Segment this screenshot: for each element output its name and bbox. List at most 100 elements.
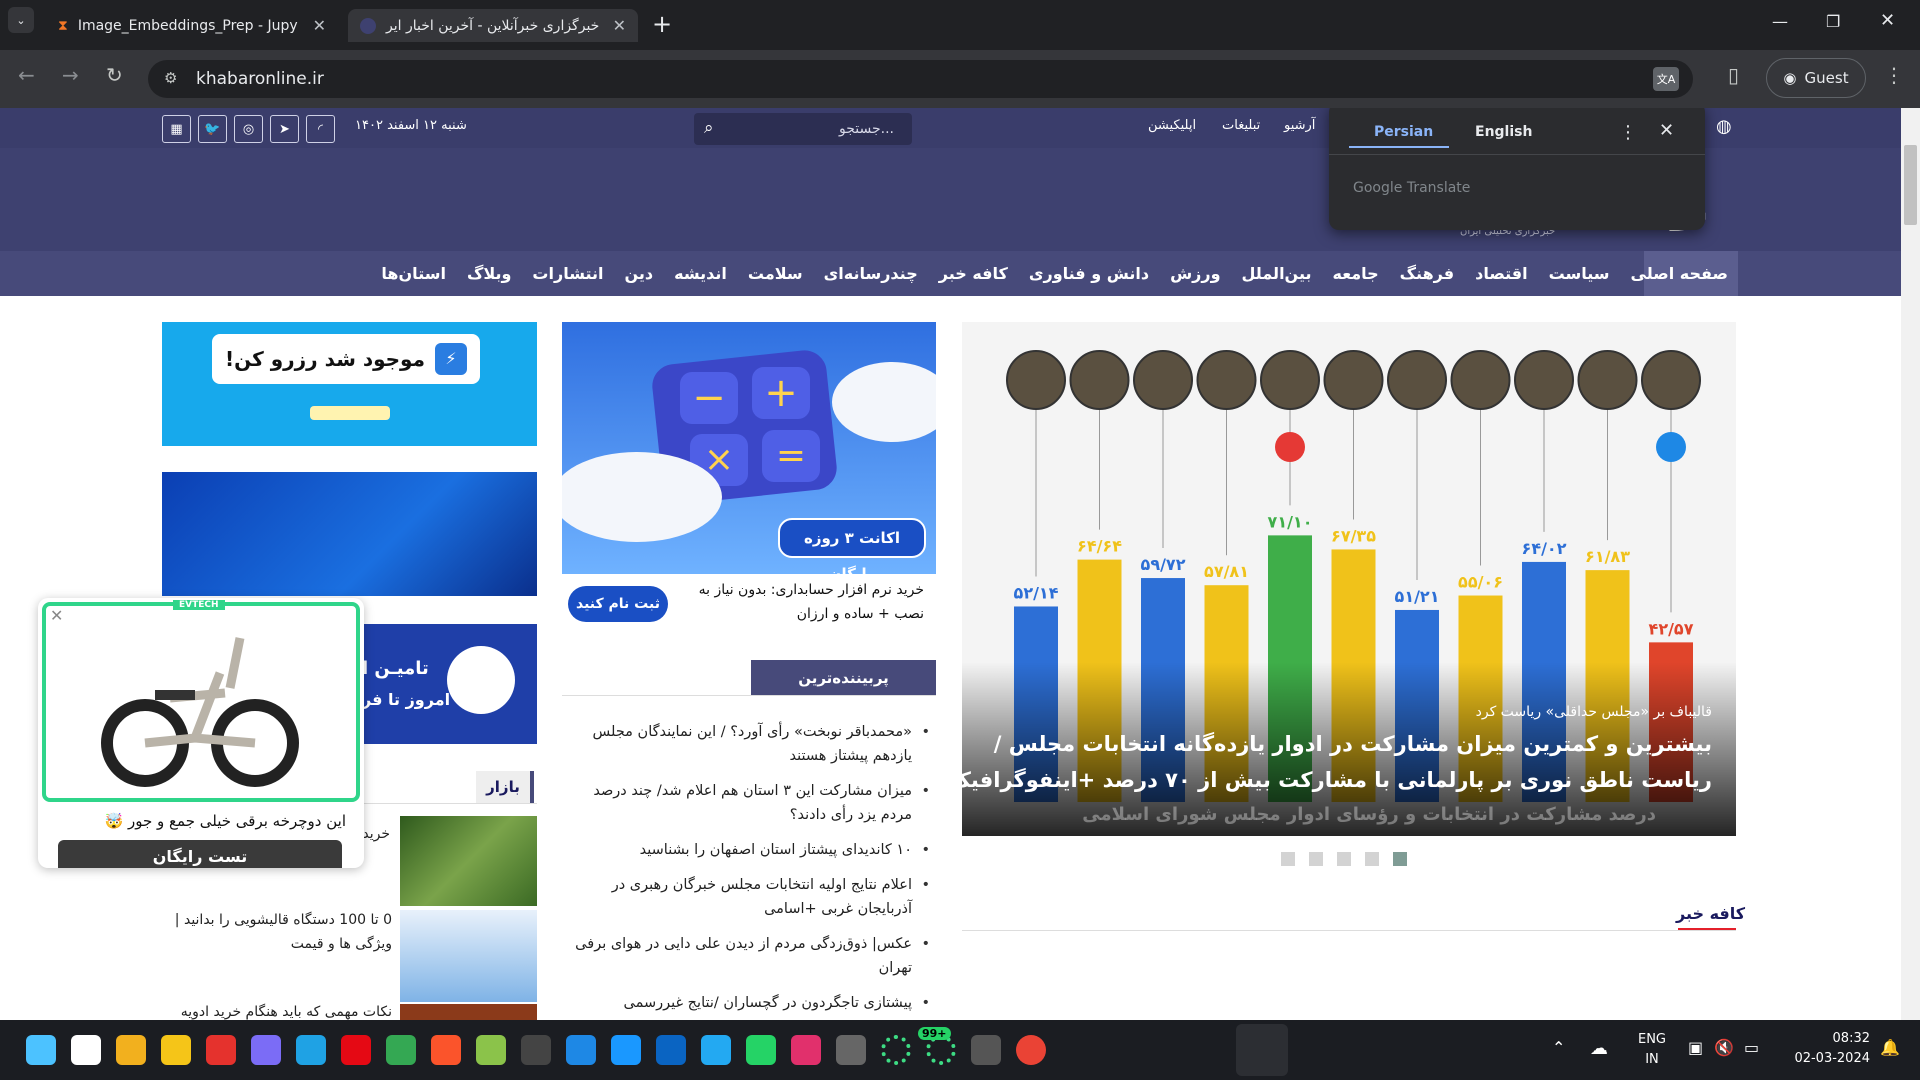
most-viewed-title[interactable]: پربیننده‌ترین (751, 660, 936, 696)
app-window-icon[interactable] (836, 1035, 866, 1065)
instagram-icon[interactable] (791, 1035, 821, 1065)
popup-ad-button[interactable]: تست رایگان (58, 840, 342, 868)
link-ads[interactable]: تبلیغات (1222, 118, 1260, 133)
nav-item[interactable]: وبلاگ (467, 264, 511, 283)
close-tab-icon[interactable]: ✕ (313, 16, 326, 35)
windows-start-icon[interactable] (26, 1035, 56, 1065)
clock-time[interactable]: 08:32 (1780, 1031, 1870, 1046)
most-viewed-item[interactable]: • پیشتازی تاجگردون در گچساران /نتایج غیرر… (562, 991, 934, 1015)
vscode-icon[interactable] (701, 1035, 731, 1065)
accounting-ad[interactable]: − + × = اکانت ۳ روزه رایگان خرید نرم افز… (562, 322, 936, 634)
nav-item[interactable]: انتشارات (532, 264, 603, 283)
new-tab-button[interactable]: + (652, 10, 672, 38)
blue-gradient-ad[interactable] (162, 472, 537, 596)
battery-icon[interactable]: ▭ (1744, 1038, 1759, 1057)
cmd-icon[interactable] (971, 1035, 1001, 1065)
forward-arrow-icon[interactable]: → (62, 63, 79, 87)
netflix-icon[interactable] (341, 1035, 371, 1065)
search-icon[interactable] (71, 1035, 101, 1065)
translate-close-icon[interactable]: ✕ (1659, 120, 1674, 141)
nav-item[interactable]: جامعه (1332, 264, 1378, 283)
nav-item[interactable]: ورزش (1170, 264, 1220, 283)
terminal-icon[interactable] (521, 1035, 551, 1065)
store-icon[interactable] (116, 1035, 146, 1065)
nav-item[interactable]: چندرسانه‌ای (824, 264, 918, 283)
chrome-active-icon[interactable] (1016, 1035, 1046, 1065)
file-explorer-icon[interactable] (161, 1035, 191, 1065)
app-red-icon[interactable] (206, 1035, 236, 1065)
twitter-icon[interactable]: 🐦 (198, 115, 227, 143)
close-tab-icon[interactable]: ✕ (613, 16, 626, 35)
site-info-icon[interactable]: ⚙ (164, 69, 177, 87)
slider-dot[interactable] (1281, 852, 1295, 866)
nav-item[interactable]: بین‌الملل (1242, 264, 1312, 283)
chevron-up-icon[interactable]: ⌃ (1552, 1038, 1565, 1057)
nav-item[interactable]: فرهنگ (1400, 264, 1454, 283)
hero-slider[interactable]: ۵۲/۱۴ ۶۴/۶۴ ۵۹/۷۲ ۵۷/۸۱ ۷۱/۱۰ ۶۷/۳۵ ۵۱/۲۱ ۵۵/۰۶… (962, 322, 1736, 836)
language-indicator-line2[interactable]: IN (1634, 1052, 1670, 1067)
nav-item[interactable]: اقتصاد (1475, 264, 1527, 283)
rss-icon[interactable]: ◜ (306, 115, 335, 143)
bazaar-image-spices[interactable] (400, 1004, 537, 1020)
bazaar-title[interactable]: بازار (476, 771, 534, 803)
nav-item[interactable]: کافه خبر (939, 264, 1008, 283)
globe-icon[interactable]: ◍ (1716, 116, 1732, 137)
translate-options-icon[interactable]: ⋮ (1619, 122, 1637, 143)
slider-dot[interactable] (1365, 852, 1379, 866)
back-arrow-icon[interactable]: ← (18, 63, 35, 87)
slider-dot[interactable] (1337, 852, 1351, 866)
nav-item[interactable]: سیاست (1549, 264, 1610, 283)
most-viewed-item[interactable]: • اعلام نتایج اولیه انتخابات مجلس خبرگان … (562, 873, 934, 921)
most-viewed-item[interactable]: • ۱۰ کاندیدای پیشتاز استان اصفهان را بشنا… (562, 838, 934, 862)
brave-icon[interactable] (431, 1035, 461, 1065)
slider-dot[interactable] (1309, 852, 1323, 866)
restore-button[interactable]: ❐ (1826, 12, 1840, 31)
slider-dot-active[interactable] (1393, 852, 1407, 866)
nav-item[interactable]: اندیشه (674, 264, 727, 283)
close-icon[interactable]: ✕ (50, 606, 63, 625)
link-application[interactable]: اپلیکیشن (1148, 118, 1196, 133)
chrome-icon[interactable] (386, 1035, 416, 1065)
cafe-khabar-heading[interactable]: کافه خبر (1676, 904, 1745, 923)
scrollbar-thumb[interactable] (1904, 145, 1917, 225)
hero-headline-2[interactable]: ریاست ناطق نوری بر پارلمانی با مشارکت بی… (962, 768, 1712, 792)
language-indicator-line1[interactable]: ENG (1634, 1032, 1670, 1047)
aparat-icon[interactable]: ▦ (162, 115, 191, 143)
minimize-button[interactable]: — (1772, 12, 1788, 31)
popup-ad[interactable]: EVTECH ✕ این دوچرخه برقی خیلی جمع و جور … (38, 598, 364, 868)
most-viewed-item[interactable]: • میزان مشارکت این ۳ استان هم اعلام شد/ چ… (562, 779, 934, 827)
translate-tab-persian[interactable]: Persian (1374, 124, 1433, 140)
prime-video-icon[interactable] (611, 1035, 641, 1065)
hero-headline-1[interactable]: بیشترین و کمترین میزان مشارکت در ادوار ی… (994, 732, 1712, 756)
network-icon[interactable]: ▣ (1688, 1038, 1703, 1057)
onedrive-icon[interactable]: ☁ (1590, 1038, 1608, 1059)
link-archive[interactable]: آرشیو (1284, 118, 1315, 133)
copilot-icon[interactable] (251, 1035, 281, 1065)
telegram-icon[interactable]: ➤ (270, 115, 299, 143)
notepad-icon[interactable] (476, 1035, 506, 1065)
spinner-app-icon[interactable] (881, 1035, 911, 1065)
bazaar-image-avocado[interactable] (400, 816, 537, 906)
most-viewed-item[interactable]: • «محمدباقر نوبخت» رأی آورد؟ / این نمایند… (562, 720, 934, 768)
tab-search-button[interactable]: ⌄ (8, 7, 34, 33)
app-blue-icon[interactable] (566, 1035, 596, 1065)
whatsapp-icon[interactable] (746, 1035, 776, 1065)
instagram-icon[interactable]: ◎ (234, 115, 263, 143)
ad-register-button[interactable]: ثبت نام کنید (568, 586, 668, 622)
side-panel-icon[interactable]: ▯ (1728, 63, 1739, 87)
profile-button[interactable]: ◉ Guest (1766, 58, 1866, 98)
page-scrollbar[interactable] (1901, 108, 1920, 1020)
bazaar-image-carpet-machine[interactable] (400, 910, 537, 1002)
nav-item[interactable]: دین (625, 264, 654, 283)
close-window-button[interactable]: ✕ (1880, 10, 1895, 31)
tab-jupyter[interactable]: ⧗ Image_Embeddings_Prep - Jupy ✕ (46, 9, 338, 42)
bazaar-item-3[interactable]: نکات مهمی که باید هنگام خرید ادویه (172, 1000, 392, 1020)
clock-date[interactable]: 02-03-2024 (1780, 1051, 1870, 1066)
nav-item[interactable]: صفحه اصلی (1631, 264, 1728, 283)
search-icon[interactable]: ⌕ (704, 118, 714, 138)
bazaar-item-2[interactable]: 0 تا 100 دستگاه قالیشویی را بدانید | ویژ… (172, 908, 392, 956)
translate-tab-english[interactable]: English (1475, 124, 1532, 140)
most-viewed-item[interactable]: • عکس| ذوق‌زدگی مردم از دیدن علی دایی در … (562, 932, 934, 980)
nav-item[interactable]: دانش و فناوری (1029, 264, 1149, 283)
nav-item[interactable]: سلامت (748, 264, 803, 283)
